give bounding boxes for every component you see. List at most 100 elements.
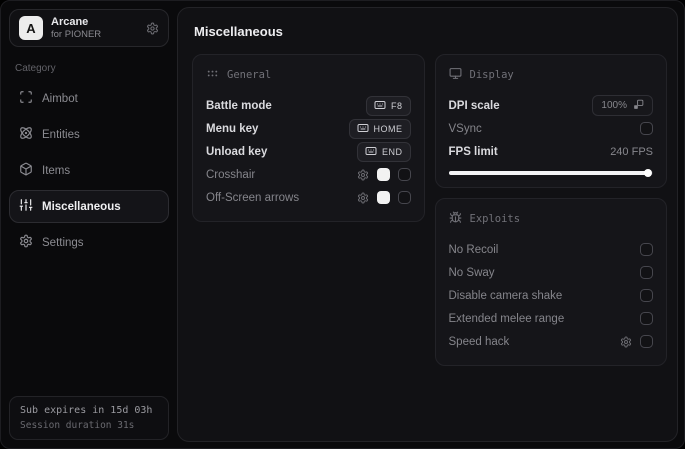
no-sway-checkbox[interactable] [640, 266, 653, 279]
speed-hack-label: Speed hack [448, 335, 510, 348]
dpi-scale-label: DPI scale [448, 99, 500, 112]
no-sway-label: No Sway [448, 266, 495, 279]
keybind-value: F8 [390, 100, 403, 111]
offscreen-arrows-controls [357, 191, 411, 204]
speed-hack-row: Speed hack [448, 330, 653, 353]
general-card: General Battle mode F8 Menu key HOME Unl… [192, 54, 425, 222]
keyboard-icon [357, 122, 369, 136]
no-recoil-checkbox[interactable] [640, 243, 653, 256]
disable-camera-shake-row: Disable camera shake [448, 284, 653, 307]
app-header-card: A Arcane for PIONER [9, 9, 169, 47]
keybind-value: END [381, 146, 403, 157]
card-title-label: General [227, 69, 272, 81]
speed-hack-controls [620, 335, 653, 348]
vsync-label: VSync [448, 122, 482, 135]
extended-melee-range-label: Extended melee range [448, 312, 565, 325]
sidebar-item-entities[interactable]: Entities [9, 118, 169, 151]
category-label: Category [15, 63, 56, 74]
battle-mode-keybind[interactable]: F8 [365, 95, 411, 116]
sidebar-item-label: Miscellaneous [42, 200, 121, 213]
crosshair-controls [357, 168, 411, 181]
no-sway-row: No Sway [448, 261, 653, 284]
sidebar-item-label: Entities [42, 128, 80, 141]
disable-camera-shake-label: Disable camera shake [448, 289, 563, 302]
disable-camera-shake-checkbox[interactable] [640, 289, 653, 302]
unload-key-row: Unload key END [206, 140, 411, 163]
offscreen-arrows-label: Off-Screen arrows [206, 191, 300, 204]
general-card-title: General [206, 67, 411, 83]
keyboard-icon [374, 99, 386, 113]
header-settings-icon[interactable] [146, 22, 159, 35]
sidebar: A Arcane for PIONER Category Aimbot Enti… [1, 1, 177, 448]
card-title-label: Display [469, 69, 514, 81]
right-column: Display DPI scale 100% VSync FPS limit 2… [434, 54, 667, 366]
fps-limit-slider[interactable] [448, 171, 653, 175]
sub-expires-text: Sub expires in 15d 03h [20, 405, 153, 416]
extended-melee-range-checkbox[interactable] [640, 312, 653, 325]
keyboard-icon [365, 145, 377, 159]
speed-hack-checkbox[interactable] [640, 335, 653, 348]
monitor-icon [449, 67, 462, 83]
left-column: General Battle mode F8 Menu key HOME Unl… [192, 54, 425, 222]
dpi-scale-row: DPI scale 100% [448, 94, 653, 117]
display-card: Display DPI scale 100% VSync FPS limit 2… [434, 54, 667, 188]
main-panel: Miscellaneous General Battle mode F8 Men… [177, 7, 678, 442]
offscreen-arrows-color-swatch[interactable] [376, 191, 390, 204]
card-title-label: Exploits [469, 213, 521, 225]
battle-mode-row: Battle mode F8 [206, 94, 411, 117]
scale-icon [633, 99, 644, 113]
exploits-card-title: Exploits [449, 211, 654, 227]
crosshair-checkbox[interactable] [397, 168, 411, 181]
speed-hack-settings-icon[interactable] [620, 336, 632, 348]
grid-dots-icon [206, 67, 219, 83]
offscreen-arrows-row: Off-Screen arrows [206, 186, 411, 209]
sidebar-item-miscellaneous[interactable]: Miscellaneous [9, 190, 169, 223]
menu-key-row: Menu key HOME [206, 117, 411, 140]
app-name: Arcane [51, 16, 89, 28]
crosshair-row: Crosshair [206, 163, 411, 186]
unload-key-label: Unload key [206, 145, 268, 158]
page-title: Miscellaneous [194, 24, 283, 39]
offscreen-arrows-checkbox[interactable] [397, 191, 411, 204]
display-card-title: Display [449, 67, 654, 83]
offscreen-arrows-settings-icon[interactable] [357, 192, 369, 204]
no-recoil-row: No Recoil [448, 238, 653, 261]
sidebar-item-label: Settings [42, 236, 84, 249]
app-subtitle: for PIONER [51, 29, 102, 40]
dpi-scale-select[interactable]: 100% [592, 95, 653, 116]
session-duration-text: Session duration 31s [20, 420, 135, 431]
app-logo: A [19, 16, 43, 40]
fps-slider-fill [448, 171, 649, 175]
keybind-value: HOME [373, 123, 403, 134]
fps-limit-row: FPS limit 240 FPS [449, 140, 654, 163]
menu-key-label: Menu key [206, 122, 259, 135]
app-header-text: Arcane for PIONER [51, 16, 101, 40]
menu-key-keybind[interactable]: HOME [348, 118, 411, 139]
vsync-row: VSync [448, 117, 653, 140]
fps-limit-value: 240 FPS [610, 145, 653, 158]
gear-icon [19, 234, 33, 251]
unload-key-keybind[interactable]: END [356, 141, 411, 162]
scan-icon [19, 90, 33, 107]
sliders-icon [19, 198, 33, 215]
dpi-scale-value: 100% [601, 100, 627, 111]
exploits-card: Exploits No Recoil No Sway Disable camer… [434, 198, 667, 366]
crosshair-label: Crosshair [206, 168, 256, 181]
atom-icon [19, 126, 33, 143]
crosshair-color-swatch[interactable] [376, 168, 390, 181]
vsync-checkbox[interactable] [640, 122, 653, 135]
extended-melee-range-row: Extended melee range [448, 307, 653, 330]
no-recoil-label: No Recoil [448, 243, 499, 256]
content-columns: General Battle mode F8 Menu key HOME Unl… [192, 54, 667, 366]
sidebar-item-items[interactable]: Items [9, 154, 169, 187]
subscription-info-card: Sub expires in 15d 03h Session duration … [9, 396, 169, 440]
crosshair-settings-icon[interactable] [357, 169, 369, 181]
battle-mode-label: Battle mode [206, 99, 272, 112]
bug-icon [449, 211, 462, 227]
box-icon [19, 162, 33, 179]
sidebar-item-settings[interactable]: Settings [9, 226, 169, 259]
sidebar-item-label: Items [42, 164, 71, 177]
app-window: A Arcane for PIONER Category Aimbot Enti… [0, 0, 685, 449]
sidebar-item-aimbot[interactable]: Aimbot [9, 82, 169, 115]
sidebar-item-label: Aimbot [42, 92, 78, 105]
